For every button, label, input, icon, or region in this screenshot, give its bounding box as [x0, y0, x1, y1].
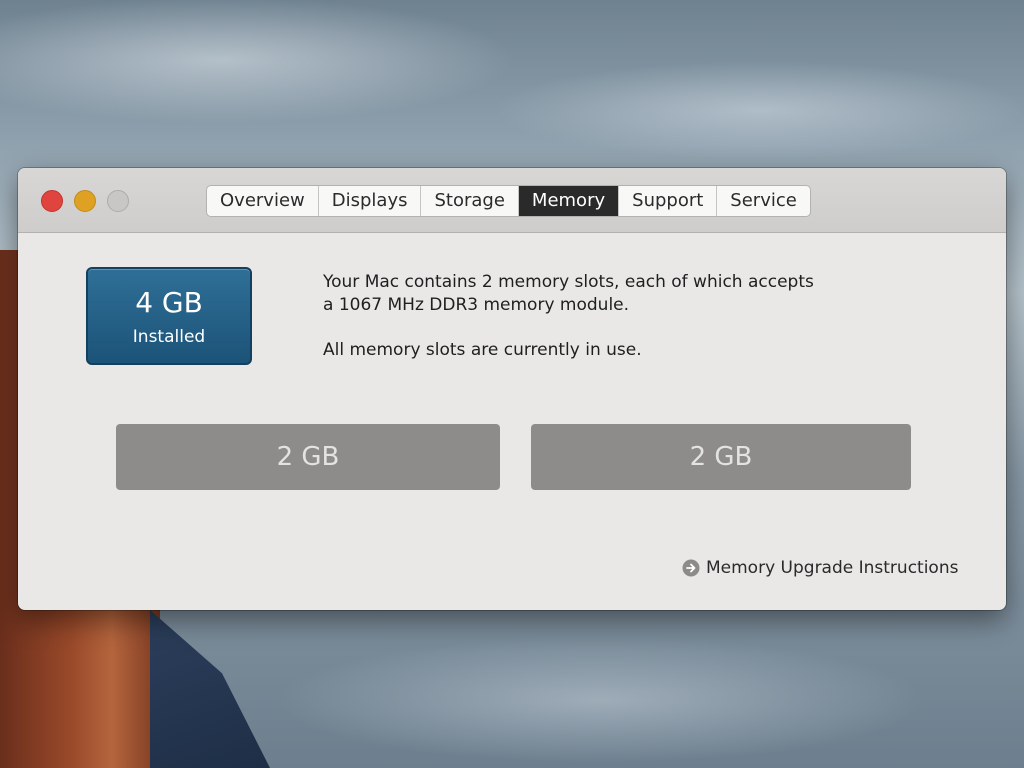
installed-memory-label: Installed	[132, 327, 206, 347]
tab-service[interactable]: Service	[717, 186, 810, 216]
memory-upgrade-instructions-label: Memory Upgrade Instructions	[706, 558, 959, 578]
arrow-right-circle-icon	[682, 559, 700, 577]
tab-bar: Overview Displays Storage Memory Support…	[206, 185, 811, 217]
about-this-mac-window: Overview Displays Storage Memory Support…	[18, 168, 1006, 610]
title-bar[interactable]: Overview Displays Storage Memory Support…	[18, 168, 1006, 233]
memory-slot-1: 2 GB	[116, 424, 500, 490]
installed-memory-tile: 4 GB Installed	[86, 267, 252, 365]
tab-displays[interactable]: Displays	[319, 186, 422, 216]
zoom-button[interactable]	[107, 190, 129, 212]
tab-support[interactable]: Support	[619, 186, 718, 216]
minimize-button[interactable]	[74, 190, 96, 212]
tab-memory[interactable]: Memory	[518, 186, 620, 216]
memory-pane: 4 GB Installed Your Mac contains 2 memor…	[18, 233, 1006, 610]
memory-status-text: All memory slots are currently in use.	[323, 340, 642, 360]
memory-slot-2: 2 GB	[531, 424, 911, 490]
installed-memory-size: 4 GB	[135, 286, 203, 319]
memory-upgrade-instructions-link[interactable]: Memory Upgrade Instructions	[682, 556, 958, 580]
tab-storage[interactable]: Storage	[421, 186, 519, 216]
close-button[interactable]	[41, 190, 63, 212]
memory-description-line2: a 1067 MHz DDR3 memory module.	[323, 295, 630, 315]
tab-overview[interactable]: Overview	[207, 186, 319, 216]
memory-description-line1: Your Mac contains 2 memory slots, each o…	[323, 272, 814, 292]
